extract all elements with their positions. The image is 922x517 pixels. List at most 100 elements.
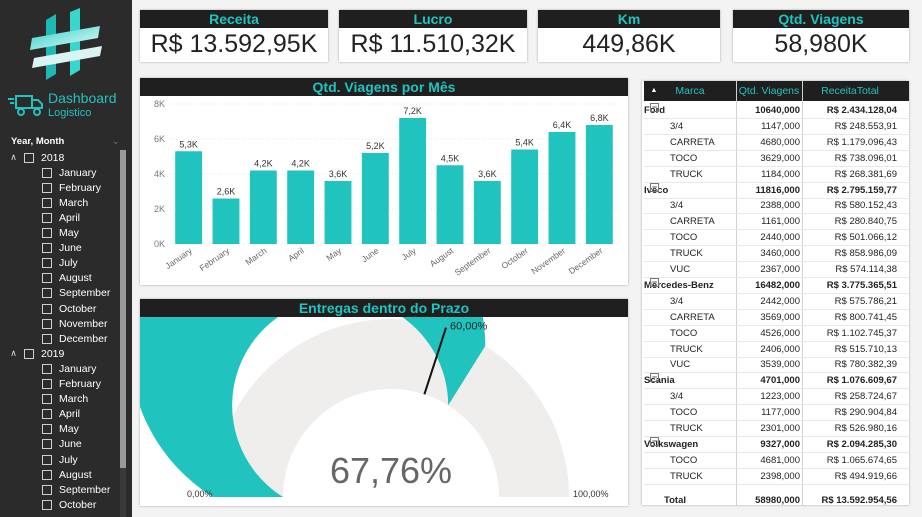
checkbox[interactable]	[42, 409, 52, 420]
checkbox[interactable]	[42, 273, 52, 284]
slicer-month-item[interactable]: September	[42, 482, 110, 497]
bar[interactable]	[436, 165, 464, 244]
table-row[interactable]: TRUCK 2398,000 R$ 494.919,66	[644, 469, 909, 485]
bar[interactable]	[548, 132, 576, 244]
table-group-row[interactable]: − Volkswagen 9327,000 R$ 2.094.285,30	[644, 436, 909, 453]
table-group-row[interactable]: − Ford 10640,000 R$ 2.434.128,04	[644, 103, 909, 119]
checkbox[interactable]	[24, 152, 34, 163]
table-row[interactable]: TRUCK 1184,000 R$ 268.381,69	[644, 167, 909, 183]
slicer-year-item[interactable]: ∧ 2019	[8, 346, 64, 361]
slicer-month-item[interactable]: August	[42, 467, 92, 482]
checkbox[interactable]	[42, 333, 52, 344]
bar[interactable]	[249, 170, 277, 245]
table-group-row[interactable]: − Mercedes-Benz 16482,000 R$ 3.775.365,51	[644, 277, 909, 294]
table-row[interactable]: CARRETA 3569,000 R$ 800.741,45	[644, 310, 909, 326]
table-total-row[interactable]: Total 58980,000 R$ 13.592.954,56	[644, 493, 909, 505]
table-group-row[interactable]: − Scania 4701,000 R$ 1.076.609,67	[644, 373, 909, 390]
checkbox[interactable]	[42, 243, 52, 254]
column-header-qtd[interactable]: Qtd. Viagens	[736, 81, 802, 101]
checkbox[interactable]	[42, 167, 52, 178]
slicer-month-item[interactable]: March	[42, 195, 88, 210]
slicer-month-item[interactable]: June	[42, 437, 82, 452]
bar[interactable]	[287, 170, 315, 245]
checkbox[interactable]	[42, 228, 52, 238]
checkbox[interactable]	[42, 484, 52, 495]
table-row[interactable]: TOCO 4526,000 R$ 1.102.745,37	[644, 326, 909, 342]
table-row[interactable]: CARRETA 1161,000 R$ 280.840,75	[644, 214, 909, 231]
slicer-month-item[interactable]: May	[42, 226, 79, 241]
table-row[interactable]: 3/4 2442,000 R$ 575.786,21	[644, 294, 909, 310]
bar[interactable]	[212, 198, 240, 245]
slicer-month-item[interactable]: September	[42, 286, 110, 301]
slicer-month-item[interactable]: April	[42, 210, 80, 225]
checkbox[interactable]	[42, 288, 52, 299]
slicer-month-item[interactable]: January	[42, 361, 96, 376]
checkbox[interactable]	[24, 348, 34, 359]
slicer-month-item[interactable]: November	[42, 316, 107, 331]
table-row[interactable]: 3/4 2388,000 R$ 580.152,43	[644, 198, 909, 215]
column-header-receita[interactable]: ReceitaTotal	[802, 81, 898, 101]
table-row[interactable]: TOCO 4681,000 R$ 1.065.674,65	[644, 453, 909, 469]
table-row[interactable]: 3/4 1147,000 R$ 248.553,91	[644, 119, 909, 135]
table-row[interactable]: TOCO 1177,000 R$ 290.904,84	[644, 405, 909, 422]
table-row[interactable]: VUC 2367,000 R$ 574.114,38	[644, 262, 909, 278]
slicer-month-item[interactable]: June	[42, 241, 82, 256]
collapse-icon[interactable]: −	[650, 277, 659, 287]
bar[interactable]	[399, 118, 427, 244]
slicer-scrollbar[interactable]	[120, 150, 126, 517]
table-row[interactable]: TRUCK 3460,000 R$ 858.986,09	[644, 246, 909, 263]
slicer-month-item[interactable]: October	[42, 497, 96, 512]
checkbox[interactable]	[42, 379, 52, 389]
collapse-icon[interactable]: ∧	[8, 152, 19, 163]
slicer-month-item[interactable]: March	[42, 392, 88, 407]
chevron-down-icon[interactable]: ⌄	[112, 136, 120, 147]
checkbox[interactable]	[42, 454, 52, 465]
table-row[interactable]: TOCO 3629,000 R$ 738.096,01	[644, 151, 909, 167]
table-row[interactable]: VUC 3539,000 R$ 780.382,39	[644, 357, 909, 374]
checkbox[interactable]	[42, 182, 52, 193]
collapse-icon[interactable]: −	[650, 373, 659, 383]
slicer-scrollbar-thumb[interactable]	[120, 150, 126, 468]
sort-icon[interactable]: ▲	[650, 87, 658, 95]
collapse-icon[interactable]: −	[650, 436, 659, 446]
slicer-year-item[interactable]: ∧ 2018	[8, 150, 64, 165]
table-row[interactable]: TOCO 2440,000 R$ 501.066,12	[644, 230, 909, 247]
slicer-month-item[interactable]: January	[42, 165, 96, 180]
checkbox[interactable]	[42, 197, 52, 208]
table-row[interactable]: TRUCK 2406,000 R$ 515.710,13	[644, 342, 909, 358]
slicer-month-item[interactable]: July	[42, 452, 78, 467]
collapse-icon[interactable]: ∧	[8, 348, 19, 359]
checkbox[interactable]	[42, 499, 52, 510]
slicer-month-item[interactable]: February	[42, 377, 101, 392]
slicer-month-item[interactable]: July	[42, 256, 78, 271]
table-row[interactable]: TRUCK 2301,000 R$ 526.980,16	[644, 421, 909, 437]
checkbox[interactable]	[42, 212, 52, 223]
slicer-month-item[interactable]: April	[42, 407, 80, 422]
collapse-icon[interactable]: −	[650, 103, 659, 112]
checkbox[interactable]	[42, 394, 52, 405]
slicer-month-item[interactable]: February	[42, 180, 101, 195]
bar[interactable]	[175, 151, 203, 244]
slicer-month-item[interactable]: December	[42, 331, 107, 346]
checkbox[interactable]	[42, 258, 52, 269]
checkbox[interactable]	[42, 318, 52, 329]
slicer-month-item[interactable]: August	[42, 271, 92, 286]
slicer-month-item[interactable]: October	[42, 301, 96, 316]
bar[interactable]	[585, 125, 613, 244]
table-row[interactable]: 3/4 1223,000 R$ 258.724,67	[644, 389, 909, 406]
collapse-icon[interactable]: −	[650, 182, 659, 192]
bar[interactable]	[361, 153, 389, 244]
date-slicer[interactable]: ∧ 2018 January February March April May June Jul…	[8, 150, 120, 517]
checkbox[interactable]	[42, 363, 52, 374]
slicer-month-item[interactable]: May	[42, 422, 79, 437]
bar[interactable]	[473, 181, 501, 244]
data-label: 5,4K	[515, 138, 534, 148]
bar[interactable]	[511, 149, 539, 245]
table-group-row[interactable]: − Iveco 11816,000 R$ 2.795.159,77	[644, 182, 909, 199]
checkbox[interactable]	[42, 469, 52, 480]
checkbox[interactable]	[42, 424, 52, 435]
table-row[interactable]: CARRETA 4680,000 R$ 1.179.096,43	[644, 135, 909, 151]
checkbox[interactable]	[42, 439, 52, 450]
checkbox[interactable]	[42, 303, 52, 314]
bar[interactable]	[324, 181, 352, 244]
